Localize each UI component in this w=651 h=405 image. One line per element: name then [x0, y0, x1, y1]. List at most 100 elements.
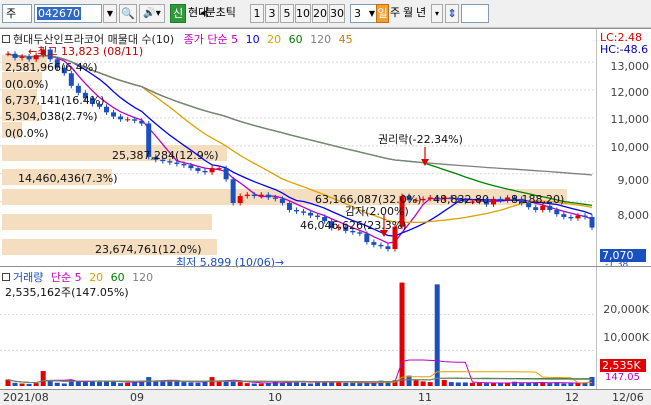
volume-bar [5, 379, 11, 386]
code-dropdown-button[interactable]: ▼ [103, 4, 117, 23]
candle-body [5, 53, 11, 55]
volume-bar [462, 382, 468, 386]
volume-bar [490, 383, 496, 386]
candle-body [195, 168, 201, 171]
period-5[interactable]: 5 [280, 4, 294, 23]
candle-body [125, 119, 131, 121]
candle-body [132, 119, 138, 121]
candle-body [202, 170, 208, 173]
year-button[interactable]: 년 [416, 4, 430, 23]
volume-bar [434, 284, 440, 386]
candle-body [378, 244, 384, 247]
candle-body [188, 165, 194, 169]
month-button[interactable]: 월 [403, 4, 415, 23]
volume-bar [40, 371, 46, 386]
dropdown-arrow-button[interactable]: ▾ [431, 4, 443, 23]
period-select[interactable]: 3 ▼ [350, 4, 378, 23]
updown-icon[interactable]: ⇕ [445, 4, 459, 23]
volume-bar [195, 382, 201, 386]
candle-body [533, 207, 539, 210]
speaker-icon[interactable]: 🔊▾ [139, 4, 165, 23]
volume-ma-120: 120 [132, 271, 154, 284]
volume-profile-label: 46,046,626(23.3%) [300, 219, 407, 232]
volume-profile-bar [2, 214, 212, 230]
price-panel: 현대두산인프라코어 매물대 수(10) 종가 단순 5 10 20 60 120… [0, 28, 651, 270]
volume-bar [54, 382, 60, 386]
volume-bar [237, 382, 243, 386]
volume-bar [399, 282, 405, 386]
volume-bar [216, 381, 222, 386]
selected-period-value: 3 [354, 7, 361, 20]
volume-bar [371, 383, 377, 386]
volume-profile-label: 8,188,20) [511, 193, 565, 206]
candle-body [301, 211, 307, 213]
candle-body [498, 198, 504, 201]
volume-bar [343, 382, 349, 386]
legend-ma-20: 20 [267, 33, 282, 46]
candle-body [216, 168, 222, 170]
legend-ma-5: 5 [231, 33, 239, 46]
volume-bar [272, 381, 278, 386]
legend-box-icon [2, 273, 10, 281]
volume-bar [448, 382, 454, 386]
volume-bar [153, 381, 159, 386]
period-1[interactable]: 1 [250, 4, 264, 23]
candle-body [237, 196, 243, 204]
candle-body [181, 163, 187, 166]
volume-bar [244, 383, 250, 386]
volume-bar [12, 382, 18, 386]
period-10[interactable]: 10 [295, 4, 311, 23]
volume-bar [476, 382, 482, 386]
candle-body [258, 194, 264, 197]
volume-bar [483, 383, 489, 386]
x-label: 12 [565, 391, 579, 404]
volume-bar [125, 382, 131, 386]
volume-current-badge: 2,535K [600, 359, 646, 372]
volume-profile-label: 0(0.0%) [5, 78, 49, 91]
stock-code-input[interactable]: 042670 [34, 4, 102, 23]
legend-box-icon [2, 35, 10, 43]
volume-bar [160, 381, 166, 386]
y-tick: 8,000 [617, 209, 650, 222]
volume-bar [561, 383, 567, 386]
chevron-down-icon: ▼ [368, 9, 375, 18]
volume-profile-label: 23,674,761(12.0%) [95, 243, 202, 256]
y-tick: 10,000 [610, 141, 650, 154]
week-button[interactable]: 주 [390, 4, 402, 23]
candle-body [308, 212, 314, 216]
candle-body [174, 162, 180, 164]
volume-legend: 거래량 단순 5 20 60 120 [2, 269, 153, 285]
volume-profile-label: 63,166,087(32.0%) [315, 193, 422, 206]
volume-profile-label: 14,460,436(7.3%) [18, 172, 118, 185]
legend-ma-10: 10 [245, 33, 260, 46]
toolbar: 주 042670 ▼ 🔍 🔊▾ 신 현대 ◂분초틱 1 3 5 10 20 30… [0, 0, 651, 28]
period-3[interactable]: 3 [265, 4, 279, 23]
volume-bar [132, 382, 138, 386]
day-button[interactable]: 일 [376, 4, 389, 23]
volume-bar [230, 381, 236, 386]
period-30[interactable]: 30 [329, 4, 345, 23]
count-input[interactable] [461, 4, 489, 23]
volume-bar [427, 382, 433, 386]
x-label: 11 [418, 391, 432, 404]
candle-body [223, 168, 229, 180]
legend-ma-60: 60 [288, 33, 303, 46]
market-select[interactable]: 주 [2, 4, 32, 23]
volume-bar [61, 383, 67, 386]
candle-body [75, 85, 81, 93]
candle-body [251, 194, 257, 197]
volume-legend-simple: 단순 [50, 271, 72, 284]
period-20[interactable]: 20 [312, 4, 328, 23]
candle-body [286, 203, 292, 210]
legend-ma-45: 45 [338, 33, 353, 46]
x-label: 2021/08 [3, 391, 49, 404]
volume-bar [167, 381, 173, 386]
period-toggle[interactable]: ◂분초틱 [200, 4, 252, 23]
y-tick: 9,000 [617, 174, 650, 187]
high-annotation: ←최고 13,823 (08/11) [28, 43, 143, 59]
volume-bar [547, 383, 553, 386]
volume-profile-label: 2,581,966(6.4%) [5, 61, 98, 74]
search-icon[interactable]: 🔍 [119, 4, 137, 23]
volume-bar [364, 383, 370, 386]
x-label: 09 [130, 391, 144, 404]
